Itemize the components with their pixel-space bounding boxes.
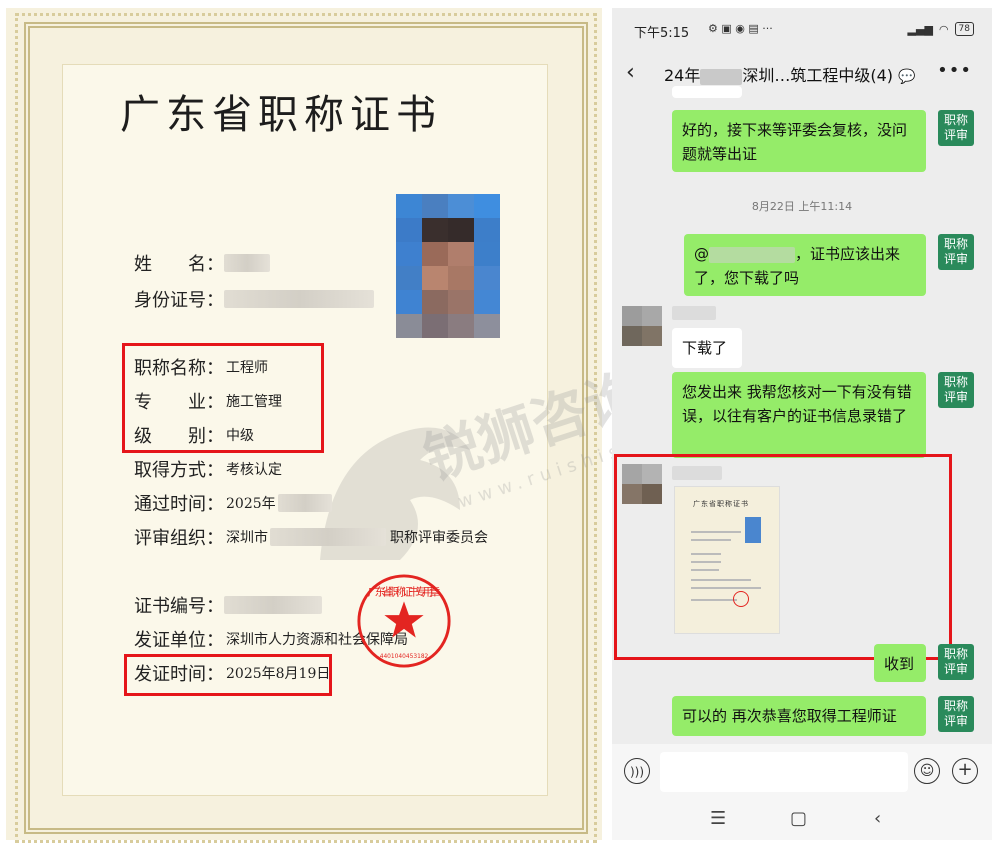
- avatar-tag[interactable]: 职称 评审: [938, 372, 974, 408]
- chat-screen: 下午5:15 ⚙ ▣ ◉ ▤ ··· ▂▄▆ ◠ 78 ‹ 24年 深圳…筑工程中…: [612, 8, 992, 840]
- field-method: 取得方式： 考核认定: [134, 460, 282, 481]
- field-cert-no: 证书编号：: [134, 592, 322, 618]
- avatar-tag[interactable]: 职称 评审: [938, 644, 974, 680]
- seal-number: 4401040453182: [380, 654, 429, 660]
- message-input[interactable]: [660, 752, 908, 792]
- field-name: 姓 名：: [134, 250, 270, 276]
- avatar-tag[interactable]: 职称 评审: [938, 110, 974, 146]
- chat-title[interactable]: 24年 深圳…筑工程中级(4) 💬: [664, 62, 916, 86]
- field-pass-time: 通过时间： 2025年: [134, 490, 332, 516]
- avatar-tag[interactable]: 职称 评审: [938, 234, 974, 270]
- message-bubble[interactable]: 收到: [874, 644, 926, 682]
- voice-icon[interactable]: ))): [624, 758, 650, 784]
- field-level: 级 别： 中级: [134, 426, 254, 447]
- blurred-mention: [709, 246, 795, 263]
- field-org: 评审组织： 深圳市 职称评审委员会: [134, 528, 488, 549]
- status-bar: 下午5:15 ⚙ ▣ ◉ ▤ ··· ▂▄▆ ◠ 78: [612, 8, 992, 48]
- blurred-value: [270, 528, 386, 546]
- blurred-photo: [396, 194, 500, 338]
- blurred-value: [277, 494, 332, 512]
- emoji-icon[interactable]: ☺: [914, 758, 940, 784]
- group-icon: 💬: [898, 69, 916, 85]
- more-dots-icon[interactable]: •••: [937, 60, 972, 81]
- avatar-tag[interactable]: 职称 评审: [938, 696, 974, 732]
- field-major: 专 业： 施工管理: [134, 392, 282, 413]
- system-nav-bar: ☰ ▢ ‹: [612, 800, 992, 840]
- message-bubble[interactable]: 下载了: [672, 328, 742, 368]
- sender-name-blurred: [672, 306, 716, 320]
- blurred-title-part: [700, 68, 743, 85]
- blurred-value: [224, 596, 322, 614]
- blurred-value: [224, 290, 374, 308]
- message-bubble[interactable]: 您发出来 我帮您核对一下有没有错误，以往有客户的证书信息录错了: [672, 372, 926, 458]
- notification-icons: ⚙ ▣ ◉ ▤ ···: [708, 22, 773, 35]
- home-icon[interactable]: ▢: [790, 808, 807, 829]
- chevron-left-icon[interactable]: ‹: [626, 60, 635, 85]
- input-bar: ))) ☺ +: [612, 744, 992, 800]
- menu-icon[interactable]: ☰: [710, 808, 726, 829]
- blurred-value: [224, 254, 270, 272]
- chat-header: ‹ 24年 深圳…筑工程中级(4) 💬 •••: [612, 48, 992, 98]
- message-bubble[interactable]: 可以的 再次恭喜您取得工程师证: [672, 696, 926, 736]
- battery-icon: 78: [954, 22, 974, 36]
- status-time: 下午5:15: [634, 26, 690, 41]
- status-right: ▂▄▆ ◠ 78: [908, 22, 974, 36]
- wifi-icon: ◠: [938, 22, 949, 36]
- plus-icon[interactable]: +: [952, 758, 978, 784]
- field-title: 职称名称： 工程师: [134, 358, 268, 379]
- seal-text: 广东省职称证书专用章: [368, 586, 441, 599]
- signal-icon: ▂▄▆: [907, 22, 933, 36]
- highlight-box-image: [614, 454, 952, 660]
- message-bubble[interactable]: @ ，证书应该出来了，您下载了吗: [684, 234, 926, 296]
- message-timestamp: 8月22日 上午11:14: [751, 200, 853, 213]
- message-bubble[interactable]: 好的，接下来等评委会复核，没问题就等出证: [672, 110, 926, 172]
- back-nav-icon[interactable]: ‹: [874, 808, 881, 829]
- official-seal: 广东省职称证书专用章 4401040453182: [357, 574, 451, 668]
- field-id: 身份证号：: [134, 286, 374, 312]
- field-issue-date: 发证时间： 2025年8月19日: [134, 664, 331, 685]
- avatar-blurred[interactable]: [622, 306, 662, 346]
- partial-bubble: [672, 86, 742, 98]
- certificate-title: 广东省职称证书: [120, 92, 442, 138]
